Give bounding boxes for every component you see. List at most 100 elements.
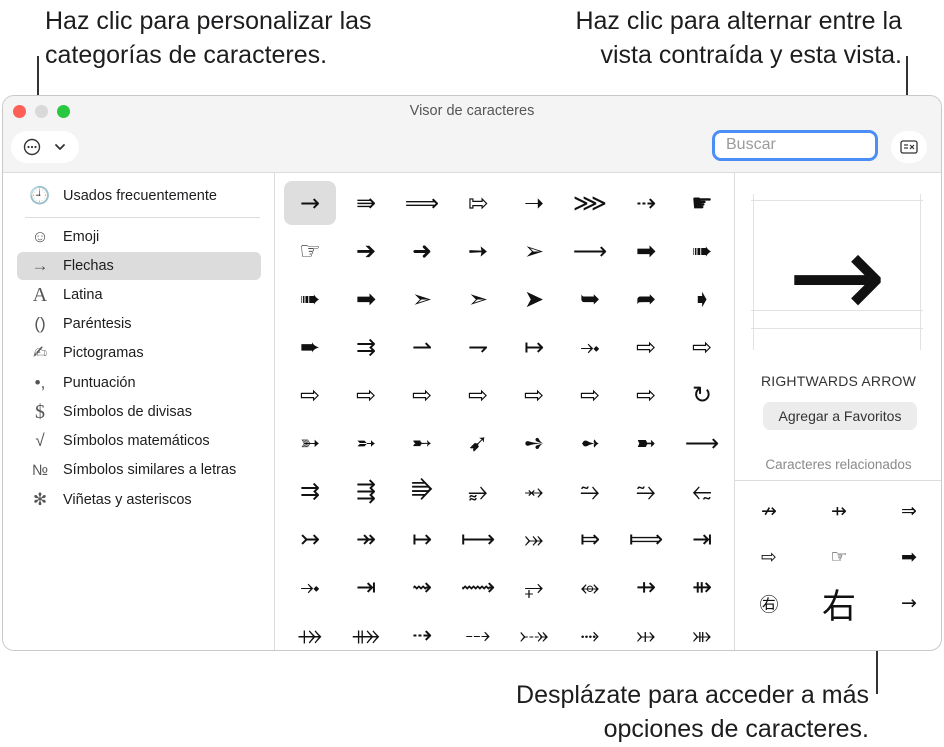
character-cell[interactable]: ⇰ [452,181,504,225]
character-cell[interactable]: ⤞ [284,565,336,609]
sidebar-item-arrows[interactable]: → Flechas [17,252,261,280]
character-cell[interactable]: ⇥ [676,517,728,561]
character-cell[interactable]: ⇸ [620,565,672,609]
related-character[interactable]: ↛ [739,491,799,531]
character-cell[interactable]: ⇛ [340,181,392,225]
character-cell[interactable]: ⟹ [396,181,448,225]
character-cell[interactable]: ⇉ [284,469,336,513]
character-cell[interactable]: ➠ [676,229,728,273]
character-cell[interactable]: ⇀ [396,325,448,369]
search-field[interactable] [712,130,878,161]
character-cell[interactable]: ↻ [676,373,728,417]
add-to-favorites-button[interactable]: Agregar a Favoritos [763,402,917,430]
character-cell[interactable]: ➡ [620,229,672,273]
related-character[interactable]: ➡ [879,537,939,577]
character-cell[interactable]: ⭆ [396,469,448,513]
character-cell[interactable]: ➙ [452,229,504,273]
character-cell[interactable]: ⤞ [564,325,616,369]
character-cell[interactable]: ➻ [564,421,616,465]
related-character[interactable]: ⇸ [809,491,869,531]
character-cell[interactable]: ⤕ [676,613,728,650]
character-cell[interactable]: ➦ [620,277,672,321]
character-cell[interactable]: ⟾ [620,517,672,561]
character-cell[interactable]: ➸ [396,421,448,465]
character-cell[interactable]: → [284,181,336,225]
sidebar-item-math[interactable]: √ Símbolos matemáticos [17,427,261,455]
character-cell[interactable]: ⇢ [396,613,448,650]
sidebar-item-letterlike[interactable]: № Símbolos similares a letras [17,456,261,484]
character-cell[interactable]: ⇁ [452,325,504,369]
character-cell[interactable]: ➣ [396,277,448,321]
character-cell[interactable]: ☞ [284,229,336,273]
character-cell[interactable]: ➥ [564,277,616,321]
character-cell[interactable]: ➡ [340,277,392,321]
character-cell[interactable]: ➨ [284,325,336,369]
character-cell[interactable]: ⟶ [676,421,728,465]
character-cell[interactable]: ⇨ [620,373,672,417]
related-character[interactable]: 右 [809,583,869,627]
character-cell[interactable]: ⤀ [284,613,336,650]
character-cell[interactable]: ⥲ [564,469,616,513]
related-character[interactable]: ⇨ [739,537,799,577]
character-cell[interactable]: ➼ [620,421,672,465]
character-cell[interactable]: ☛ [676,181,728,225]
character-cell[interactable]: ➺ [508,421,560,465]
character-cell[interactable]: ⇢ [620,181,672,225]
character-cell[interactable]: ⇨ [452,373,504,417]
character-cell[interactable]: ⇻ [676,565,728,609]
character-cell[interactable]: ⇥ [340,565,392,609]
character-cell[interactable]: ⇉ [340,325,392,369]
search-input[interactable] [724,135,878,155]
character-cell[interactable]: ⥅ [508,565,560,609]
character-cell[interactable]: ⥵ [452,469,504,513]
character-cell[interactable]: ⤑ [564,613,616,650]
sidebar-item-frequently-used[interactable]: 🕘 Usados frecuentemente [17,182,261,210]
character-cell[interactable]: ↣ [284,517,336,561]
character-cell[interactable]: ⇝ [396,565,448,609]
related-character[interactable]: → [879,583,939,623]
character-cell[interactable]: ➠ [284,277,336,321]
sidebar-item-emoji[interactable]: ☺ Emoji [17,223,261,251]
character-cell[interactable]: ⇶ [340,469,392,513]
character-cell[interactable]: ➝ [508,181,560,225]
character-cell[interactable]: ➢ [508,229,560,273]
related-character[interactable]: ☞ [809,537,869,577]
character-cell[interactable]: ➤ [508,277,560,321]
sidebar-item-bullets[interactable]: ✻ Viñetas y asteriscos [17,486,261,514]
character-cell[interactable]: ➵ [340,421,392,465]
character-cell[interactable]: ⇨ [396,373,448,417]
character-cell[interactable]: ➹ [452,421,504,465]
sidebar-item-latin[interactable]: A Latina [17,281,261,309]
related-character[interactable]: ⇒ [879,491,939,531]
character-cell[interactable]: ⤏ [452,613,504,650]
character-cell[interactable]: ➳ [284,421,336,465]
character-cell[interactable]: ⤔ [620,613,672,650]
sidebar-item-punctuation[interactable]: •, Puntuación [17,369,261,397]
character-cell[interactable]: ⤁ [340,613,392,650]
sidebar-item-parentheses[interactable]: () Paréntesis [17,310,261,338]
character-cell[interactable]: ⇨ [620,325,672,369]
character-cell[interactable]: ⇨ [284,373,336,417]
character-cell[interactable]: ⥈ [564,565,616,609]
sidebar-item-pictographs[interactable]: ✍ Pictogramas [17,339,261,367]
character-cell[interactable]: ↦ [508,325,560,369]
toggle-view-button[interactable] [891,131,927,163]
character-cell[interactable]: ➜ [396,229,448,273]
character-cell[interactable]: ⟼ [452,517,504,561]
sidebar-item-currency[interactable]: $ Símbolos de divisas [17,398,261,426]
character-cell[interactable]: ⋙ [564,181,616,225]
character-cell[interactable]: ➣ [452,277,504,321]
character-cell[interactable]: ↦ [396,517,448,561]
customize-categories-button[interactable] [11,131,79,163]
character-cell[interactable]: ⟿ [452,565,504,609]
character-cell[interactable]: ⥲ [620,469,672,513]
character-cell[interactable]: ➔ [340,229,392,273]
character-cell[interactable]: ⟶ [564,229,616,273]
character-cell[interactable]: ⇨ [564,373,616,417]
character-cell[interactable]: ↠ [340,517,392,561]
character-cell[interactable]: ➧ [676,277,728,321]
character-cell[interactable]: ⇨ [676,325,728,369]
character-cell[interactable]: ⥳ [676,469,728,513]
related-character[interactable]: ㊨ [739,583,799,623]
character-cell[interactable]: ⤇ [564,517,616,561]
